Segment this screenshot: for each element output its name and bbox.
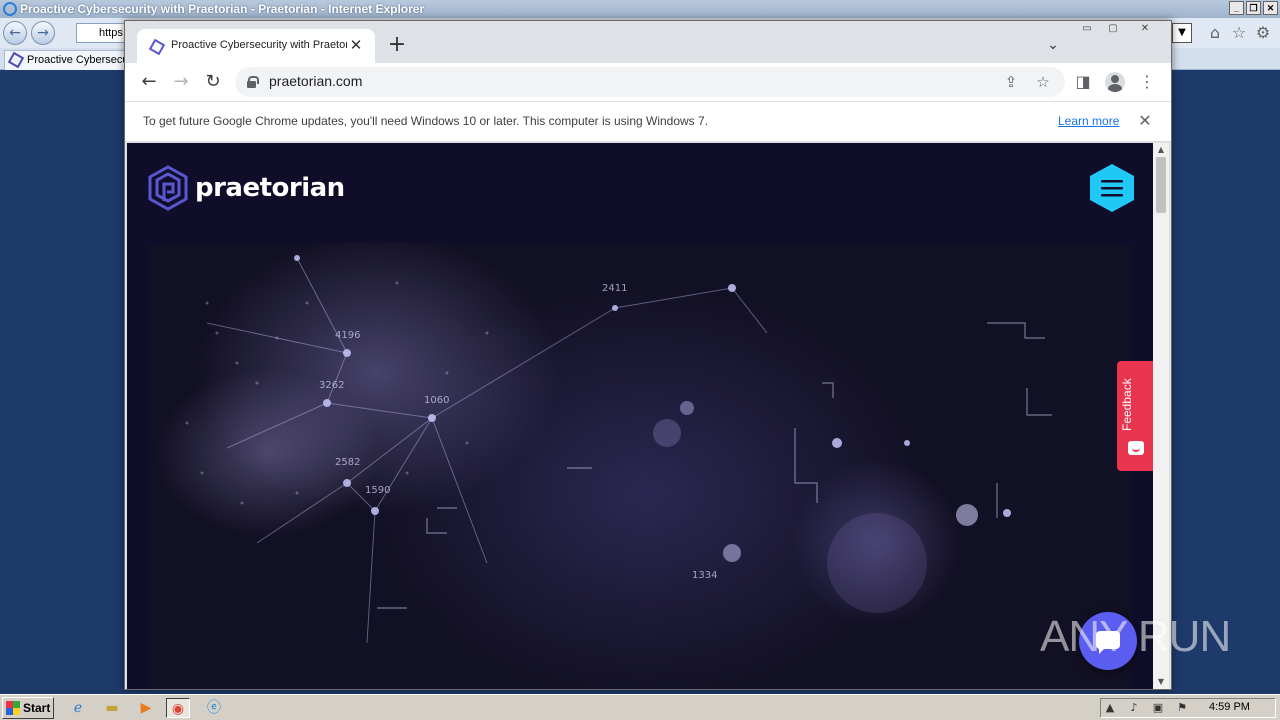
network-icon[interactable]: ▣ bbox=[1151, 701, 1165, 715]
scroll-up-arrow-icon[interactable]: ▲ bbox=[1153, 143, 1169, 157]
learn-more-link[interactable]: Learn more bbox=[1058, 114, 1119, 128]
forward-arrow-icon[interactable]: → bbox=[169, 70, 193, 94]
chrome-tab-strip: Proactive Cybersecurity with Praetorian … bbox=[125, 21, 1171, 63]
hero-number-label: 2411 bbox=[602, 283, 627, 294]
chrome-window: Proactive Cybersecurity with Praetorian … bbox=[124, 20, 1172, 690]
side-panel-icon[interactable]: ◨ bbox=[1071, 70, 1095, 94]
ie-tab[interactable]: Proactive Cybersecurity with Praetorian bbox=[4, 50, 126, 70]
infobar-message: To get future Google Chrome updates, you… bbox=[143, 114, 709, 128]
action-center-flag-icon[interactable]: ⚑ bbox=[1175, 701, 1189, 715]
hero-number-label: 2582 bbox=[335, 457, 360, 468]
ie-minimize-button[interactable]: _ bbox=[1229, 1, 1244, 15]
hero-number-label: 1590 bbox=[365, 485, 390, 496]
scroll-down-arrow-icon[interactable]: ▼ bbox=[1153, 675, 1169, 689]
network-graph-illustration: 2411 4196 3262 1060 2582 1590 1334 bbox=[185, 255, 1052, 644]
windows-flag-icon bbox=[6, 701, 20, 715]
ie-tab-label: Proactive Cybersecurity with Praetorian bbox=[27, 54, 125, 66]
explorer-folder-icon[interactable]: ▬ bbox=[100, 698, 124, 718]
site-header: praetorian bbox=[127, 143, 1153, 243]
back-arrow-icon[interactable]: ← bbox=[137, 70, 161, 94]
profile-avatar-icon[interactable] bbox=[1105, 72, 1125, 92]
chrome-toolbar: ← → ↻ praetorian.com ⇪ ☆ ◨ ⋮ bbox=[125, 63, 1171, 101]
tab-search-chevron-icon[interactable]: ⌄ bbox=[1043, 35, 1063, 55]
hamburger-menu-icon[interactable] bbox=[1089, 163, 1135, 213]
address-bar[interactable]: praetorian.com ⇪ ☆ bbox=[235, 67, 1065, 97]
praetorian-logo-icon bbox=[148, 165, 188, 211]
ie-taskbar-icon[interactable]: ℯ bbox=[66, 698, 90, 718]
ie-settings-gear-icon[interactable]: ⚙ bbox=[1254, 24, 1272, 42]
ie-dropdown-icon[interactable]: ▼ bbox=[1172, 23, 1192, 43]
windows-taskbar: Start ℯ ▬ ▶ ◉ ⓔ ▲ ♪ ▣ ⚑ 4:59 PM bbox=[0, 694, 1280, 720]
ie-logo-icon bbox=[3, 2, 17, 16]
hero-number-label: 3262 bbox=[319, 380, 344, 391]
tab-close-icon[interactable]: ✕ bbox=[347, 36, 365, 54]
edge-taskbar-icon[interactable]: ⓔ bbox=[202, 698, 226, 718]
infobar-close-icon[interactable]: ✕ bbox=[1135, 111, 1155, 131]
praetorian-logo[interactable]: praetorian bbox=[147, 165, 345, 211]
chrome-maximize-button[interactable]: ▢ bbox=[1101, 21, 1125, 37]
chrome-minimize-button[interactable]: ▭ bbox=[1075, 21, 1099, 37]
chrome-tab-active[interactable]: Proactive Cybersecurity with Praetorian … bbox=[137, 29, 375, 63]
hero-number-label: 4196 bbox=[335, 330, 360, 341]
share-icon[interactable]: ⇪ bbox=[1001, 72, 1021, 92]
hero-number-label: 1334 bbox=[692, 570, 717, 581]
new-tab-icon[interactable]: + bbox=[385, 34, 409, 58]
ie-favorites-icon[interactable]: ☆ bbox=[1230, 24, 1248, 42]
page-viewport: praetorian 2411 4196 3262 1060 2582 1590… bbox=[127, 143, 1153, 689]
start-label: Start bbox=[23, 701, 51, 715]
ie-close-button[interactable]: ✕ bbox=[1263, 1, 1278, 15]
url-text[interactable]: praetorian.com bbox=[269, 73, 362, 89]
bookmark-star-icon[interactable]: ☆ bbox=[1033, 72, 1053, 92]
ie-back-icon[interactable]: ← bbox=[3, 21, 27, 45]
chrome-close-button[interactable]: ✕ bbox=[1133, 21, 1157, 37]
reload-icon[interactable]: ↻ bbox=[201, 70, 225, 94]
volume-icon[interactable]: ♪ bbox=[1127, 701, 1141, 715]
hero-network-image: 2411 4196 3262 1060 2582 1590 1334 bbox=[147, 243, 1133, 689]
logo-wordmark: praetorian bbox=[195, 173, 345, 203]
lock-icon[interactable] bbox=[247, 76, 259, 88]
system-clock[interactable]: 4:59 PM bbox=[1209, 701, 1250, 713]
feedback-smiley-icon bbox=[1128, 441, 1144, 455]
update-infobar: To get future Google Chrome updates, you… bbox=[125, 101, 1171, 142]
chrome-tab-title: Proactive Cybersecurity with Praetorian bbox=[171, 39, 347, 51]
ie-title-bar: Proactive Cybersecurity with Praetorian … bbox=[0, 0, 1280, 18]
media-player-icon[interactable]: ▶ bbox=[134, 698, 158, 718]
praetorian-favicon-icon bbox=[148, 38, 166, 56]
hero-number-label: 1060 bbox=[424, 395, 449, 406]
page-scrollbar[interactable]: ▲ ▼ bbox=[1153, 143, 1169, 689]
feedback-label: Feedback bbox=[1120, 378, 1134, 431]
system-tray: ▲ ♪ ▣ ⚑ 4:59 PM bbox=[1100, 698, 1276, 718]
start-button[interactable]: Start bbox=[2, 697, 54, 719]
ie-address-bar[interactable]: https bbox=[76, 23, 126, 43]
anyrun-watermark: ANY RUN bbox=[1040, 612, 1231, 661]
tray-expand-icon[interactable]: ▲ bbox=[1103, 701, 1117, 715]
scroll-thumb[interactable] bbox=[1156, 157, 1166, 213]
feedback-tab[interactable]: Feedback bbox=[1117, 361, 1153, 471]
ie-restore-button[interactable]: ❐ bbox=[1246, 1, 1261, 15]
chrome-menu-kebab-icon[interactable]: ⋮ bbox=[1135, 70, 1159, 94]
ie-forward-icon[interactable]: → bbox=[31, 21, 55, 45]
praetorian-favicon-icon bbox=[7, 51, 25, 69]
chrome-taskbar-icon[interactable]: ◉ bbox=[166, 698, 190, 718]
ie-window-title: Proactive Cybersecurity with Praetorian … bbox=[20, 2, 425, 16]
ie-home-icon[interactable]: ⌂ bbox=[1206, 24, 1224, 42]
